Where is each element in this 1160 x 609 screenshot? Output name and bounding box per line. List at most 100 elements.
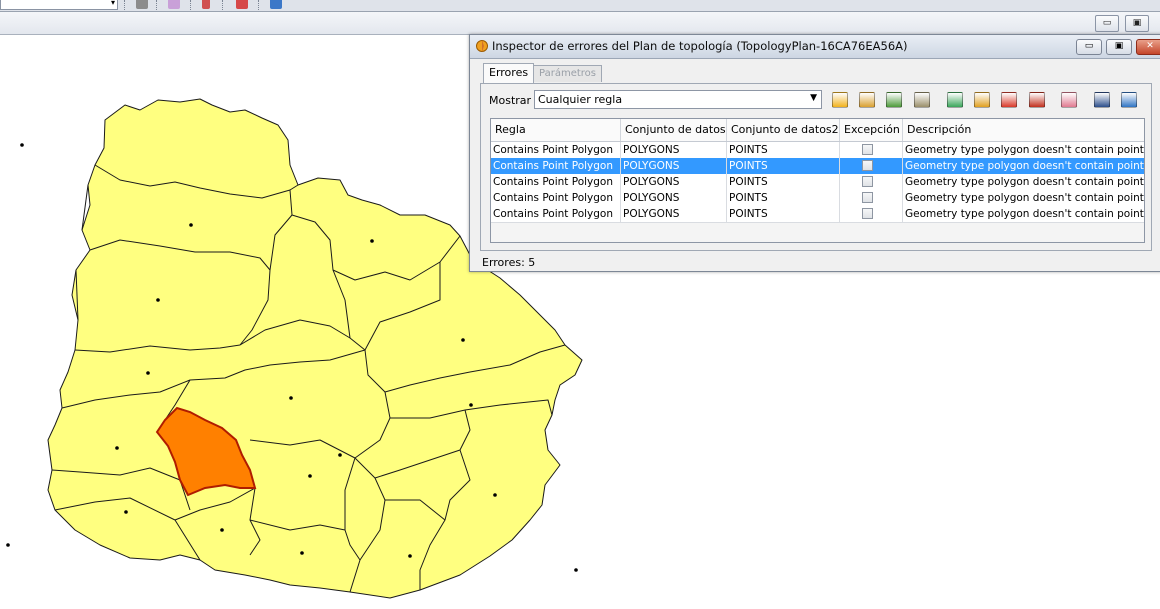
table-icon[interactable] <box>270 0 282 9</box>
view-window-header: ▭ ▣ <box>0 12 1160 35</box>
column-header-dataset2[interactable]: Conjunto de datos2 <box>727 119 840 141</box>
exception-checkbox[interactable] <box>862 208 873 219</box>
edit-icon[interactable] <box>236 0 248 9</box>
cell-rule: Contains Point Polygon <box>491 174 621 190</box>
mostrar-label: Mostrar <box>489 94 532 107</box>
table-row[interactable]: Contains Point Polygon POLYGONS POINTS Geom… <box>491 174 1144 191</box>
map-point[interactable] <box>300 551 304 555</box>
dialog-close-button[interactable]: ✕ <box>1136 39 1160 55</box>
exception-cell <box>840 206 903 222</box>
toolbar-separator <box>124 0 126 10</box>
database-icon[interactable] <box>136 0 148 9</box>
exception-cell <box>840 158 903 174</box>
layers-button[interactable] <box>884 90 904 110</box>
map-point[interactable] <box>189 223 193 227</box>
erase-button[interactable] <box>1059 90 1079 110</box>
cell-ds1: POLYGONS <box>621 158 727 174</box>
map-point[interactable] <box>20 143 24 147</box>
map-point[interactable] <box>493 493 497 497</box>
dialog-maximize-button[interactable]: ▣ <box>1106 39 1132 55</box>
cell-rule: Contains Point Polygon <box>491 142 621 158</box>
map-point[interactable] <box>574 568 578 572</box>
show-exceptions-icon <box>859 92 875 108</box>
map-point[interactable] <box>408 554 412 558</box>
settings-icon <box>1094 92 1110 108</box>
table-row[interactable]: Contains Point Polygon POLYGONS POINTS Geom… <box>491 206 1144 223</box>
tab-errores[interactable]: Errores <box>483 63 535 83</box>
toolbar-combo[interactable]: ▾ <box>0 0 118 10</box>
cell-ds2: POINTS <box>727 174 840 190</box>
chevron-down-icon: ▾ <box>110 0 115 7</box>
properties-icon <box>914 92 930 108</box>
cell-description: Geometry type polygon doesn't contain po… <box>905 176 1144 188</box>
dialog-minimize-button[interactable]: ▭ <box>1076 39 1102 55</box>
map-point[interactable] <box>115 446 119 450</box>
main-toolbar: ▾ <box>0 0 1160 12</box>
column-header-excepcion[interactable]: Excepción <box>840 119 903 141</box>
exception-cell <box>840 142 903 158</box>
select-icon <box>1029 92 1045 108</box>
cell-ds2: POINTS <box>727 158 840 174</box>
toolbar-separator <box>190 0 192 10</box>
properties-button[interactable] <box>912 90 932 110</box>
map-point[interactable] <box>338 453 342 457</box>
map-point[interactable] <box>6 543 10 547</box>
chevron-down-icon: ▼ <box>810 93 817 103</box>
map-point[interactable] <box>308 474 312 478</box>
cell-description: Geometry type polygon doesn't contain po… <box>905 208 1144 220</box>
cell-ds1: POLYGONS <box>621 174 727 190</box>
map-point[interactable] <box>220 528 224 532</box>
show-exceptions-button[interactable] <box>857 90 877 110</box>
exception-checkbox[interactable] <box>862 160 873 171</box>
flash-icon <box>1001 92 1017 108</box>
app-icon <box>476 40 488 52</box>
cell-description: Geometry type polygon doesn't contain po… <box>905 160 1144 172</box>
cell-ds2: POINTS <box>727 190 840 206</box>
dialog-titlebar[interactable]: Inspector de errores del Plan de topolog… <box>470 35 1160 59</box>
map-point[interactable] <box>370 239 374 243</box>
view-restore-button[interactable]: ▣ <box>1125 15 1149 32</box>
cell-ds2: POINTS <box>727 142 840 158</box>
cell-rule: Contains Point Polygon <box>491 206 621 222</box>
settings-button[interactable] <box>1092 90 1112 110</box>
exception-cell <box>840 174 903 190</box>
zoom-to-button[interactable] <box>945 90 965 110</box>
pin-icon[interactable] <box>202 0 210 9</box>
map-point[interactable] <box>124 510 128 514</box>
flash-button[interactable] <box>999 90 1019 110</box>
view-minimize-button[interactable]: ▭ <box>1095 15 1119 32</box>
toolbar-separator <box>258 0 260 10</box>
toolbar-separator <box>156 0 158 10</box>
warning-icon <box>832 92 848 108</box>
column-header-dataset1[interactable]: Conjunto de datos1 <box>621 119 727 141</box>
exception-checkbox[interactable] <box>862 192 873 203</box>
exception-checkbox[interactable] <box>862 176 873 187</box>
table-header: Regla Conjunto de datos1 Conjunto de dat… <box>491 119 1144 142</box>
map-point[interactable] <box>289 396 293 400</box>
measure-icon[interactable] <box>168 0 180 9</box>
error-inspector-dialog: Inspector de errores del Plan de topolog… <box>469 34 1160 272</box>
errors-table[interactable]: Regla Conjunto de datos1 Conjunto de dat… <box>490 118 1145 243</box>
map-point[interactable] <box>461 338 465 342</box>
map-point[interactable] <box>156 298 160 302</box>
select-button[interactable] <box>1027 90 1047 110</box>
table-row[interactable]: Contains Point Polygon POLYGONS POINTS Geom… <box>491 158 1144 175</box>
exception-checkbox[interactable] <box>862 144 873 155</box>
cell-ds2: POINTS <box>727 206 840 222</box>
cell-description: Geometry type polygon doesn't contain po… <box>905 192 1144 204</box>
column-header-descripcion[interactable]: Descripción <box>903 119 1144 141</box>
cell-ds1: POLYGONS <box>621 190 727 206</box>
warning-button[interactable] <box>830 90 850 110</box>
map-point[interactable] <box>469 403 473 407</box>
exception-cell <box>840 190 903 206</box>
table-row[interactable]: Contains Point Polygon POLYGONS POINTS Geom… <box>491 142 1144 159</box>
erase-icon <box>1061 92 1077 108</box>
table-row[interactable]: Contains Point Polygon POLYGONS POINTS Geom… <box>491 190 1144 207</box>
pan-to-button[interactable] <box>972 90 992 110</box>
column-header-regla[interactable]: Regla <box>491 119 621 141</box>
cell-rule: Contains Point Polygon <box>491 190 621 206</box>
tab-parametros[interactable]: Parámetros <box>533 65 602 82</box>
map-point[interactable] <box>146 371 150 375</box>
refresh-button[interactable] <box>1119 90 1139 110</box>
rule-filter-select[interactable]: Cualquier regla ▼ <box>534 90 822 109</box>
